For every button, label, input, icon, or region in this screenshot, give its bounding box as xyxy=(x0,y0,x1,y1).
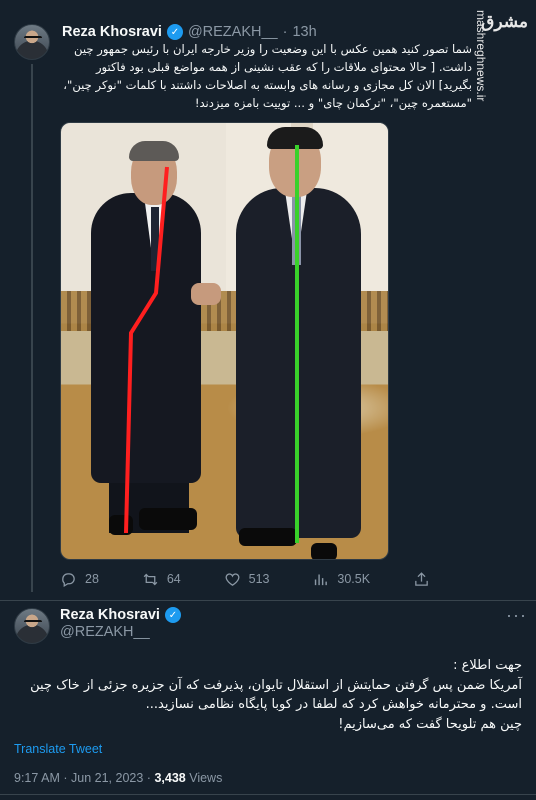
posture-line-left xyxy=(124,166,169,534)
like-count: 513 xyxy=(248,572,270,586)
translate-tweet-link[interactable]: Translate Tweet xyxy=(14,742,102,756)
reply-button[interactable]: 28 xyxy=(60,571,99,588)
like-button[interactable]: 513 xyxy=(224,571,270,588)
thread-connector xyxy=(31,64,33,592)
more-icon[interactable]: ··· xyxy=(506,605,527,626)
views-icon xyxy=(315,574,328,585)
tweet2-line: چین هم تلویحا گفت که می‌سازیم! xyxy=(338,716,522,732)
tweet2-header: Reza Khosravi ✓ xyxy=(60,607,181,623)
tweet-time[interactable]: 13h xyxy=(292,24,316,40)
tweet2-date[interactable]: Jun 21, 2023 xyxy=(71,771,143,785)
avatar[interactable] xyxy=(14,24,50,60)
heart-icon xyxy=(225,572,240,586)
tweet2-views-count[interactable]: 3,438 xyxy=(154,771,185,785)
separator-dot: · xyxy=(282,24,288,40)
views-button[interactable]: 30.5K xyxy=(312,571,370,588)
watermark-url: mashreghnews.ir xyxy=(474,10,488,102)
author-name[interactable]: Reza Khosravi xyxy=(62,24,162,40)
tweet-meta: 9:17 AM · Jun 21, 2023 · 3,438 Views xyxy=(14,771,222,785)
author-handle-2[interactable]: @REZAKH__ xyxy=(60,624,150,640)
retweet-count: 64 xyxy=(166,572,181,586)
retweet-icon xyxy=(143,573,158,585)
share-icon xyxy=(415,571,428,586)
view-count: 30.5K xyxy=(337,572,371,586)
watermark-logo: مشرق xyxy=(481,12,528,32)
tweet2-line: آمریکا ضمن پس گرفتن حمایتش از استقلال تا… xyxy=(30,677,522,713)
divider-bottom xyxy=(0,794,536,795)
share-button[interactable] xyxy=(413,571,430,588)
tweet2-line: جهت اطلاع : xyxy=(453,658,522,673)
verified-badge-icon-2: ✓ xyxy=(164,607,181,623)
posture-lines xyxy=(124,145,299,543)
author-handle[interactable]: @REZAKH__ xyxy=(188,24,278,40)
author-name-2[interactable]: Reza Khosravi xyxy=(60,607,160,623)
tweet-photo[interactable] xyxy=(60,122,389,560)
tweet2-views-label: Views xyxy=(189,771,223,785)
separator-dot: · xyxy=(63,771,68,785)
tweet-text: شما تصور کنید همین عکس با این وضعیت را و… xyxy=(63,42,472,110)
tweet2-time[interactable]: 9:17 AM xyxy=(14,771,60,785)
verified-badge-icon: ✓ xyxy=(166,24,183,40)
tweet2-text: جهت اطلاع : آمریکا ضمن پس گرفتن حمایتش ا… xyxy=(12,656,522,734)
separator-dot: · xyxy=(146,771,151,785)
tweet-header: Reza Khosravi ✓ @REZAKH__ · 13h xyxy=(62,24,317,40)
avatar-2[interactable] xyxy=(14,608,50,644)
retweet-button[interactable]: 64 xyxy=(142,571,181,588)
reply-icon xyxy=(62,572,75,587)
divider xyxy=(0,600,536,601)
reply-count: 28 xyxy=(85,572,99,586)
tweet-actions: 28 64 513 30.5K xyxy=(60,568,430,590)
